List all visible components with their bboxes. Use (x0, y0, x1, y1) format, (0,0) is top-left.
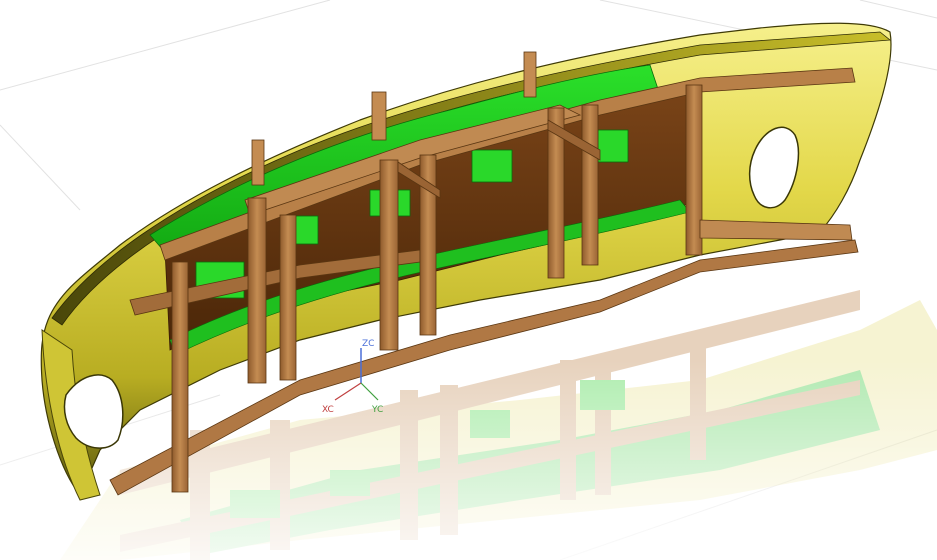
frame-post-2[interactable] (247, 197, 267, 384)
frame-right-arm (699, 219, 853, 241)
cad-graphics-viewport[interactable]: ZC XC YC (0, 0, 937, 560)
green-pad-4[interactable] (471, 149, 513, 183)
frame-bracket-1 (251, 139, 265, 186)
scene-canvas[interactable]: ZC XC YC (0, 0, 937, 560)
triad-x-label: XC (322, 405, 334, 415)
triad-z-label: ZC (362, 339, 374, 349)
frame-bracket-2 (371, 91, 387, 141)
frame-post-7[interactable] (581, 104, 599, 266)
frame-post-4[interactable] (379, 159, 399, 351)
triad-y-label: YC (371, 405, 383, 415)
frame-bracket-3 (523, 51, 537, 98)
frame-post-1[interactable] (171, 261, 189, 493)
frame-post-3[interactable] (279, 214, 297, 381)
green-pad-5[interactable] (597, 129, 629, 163)
